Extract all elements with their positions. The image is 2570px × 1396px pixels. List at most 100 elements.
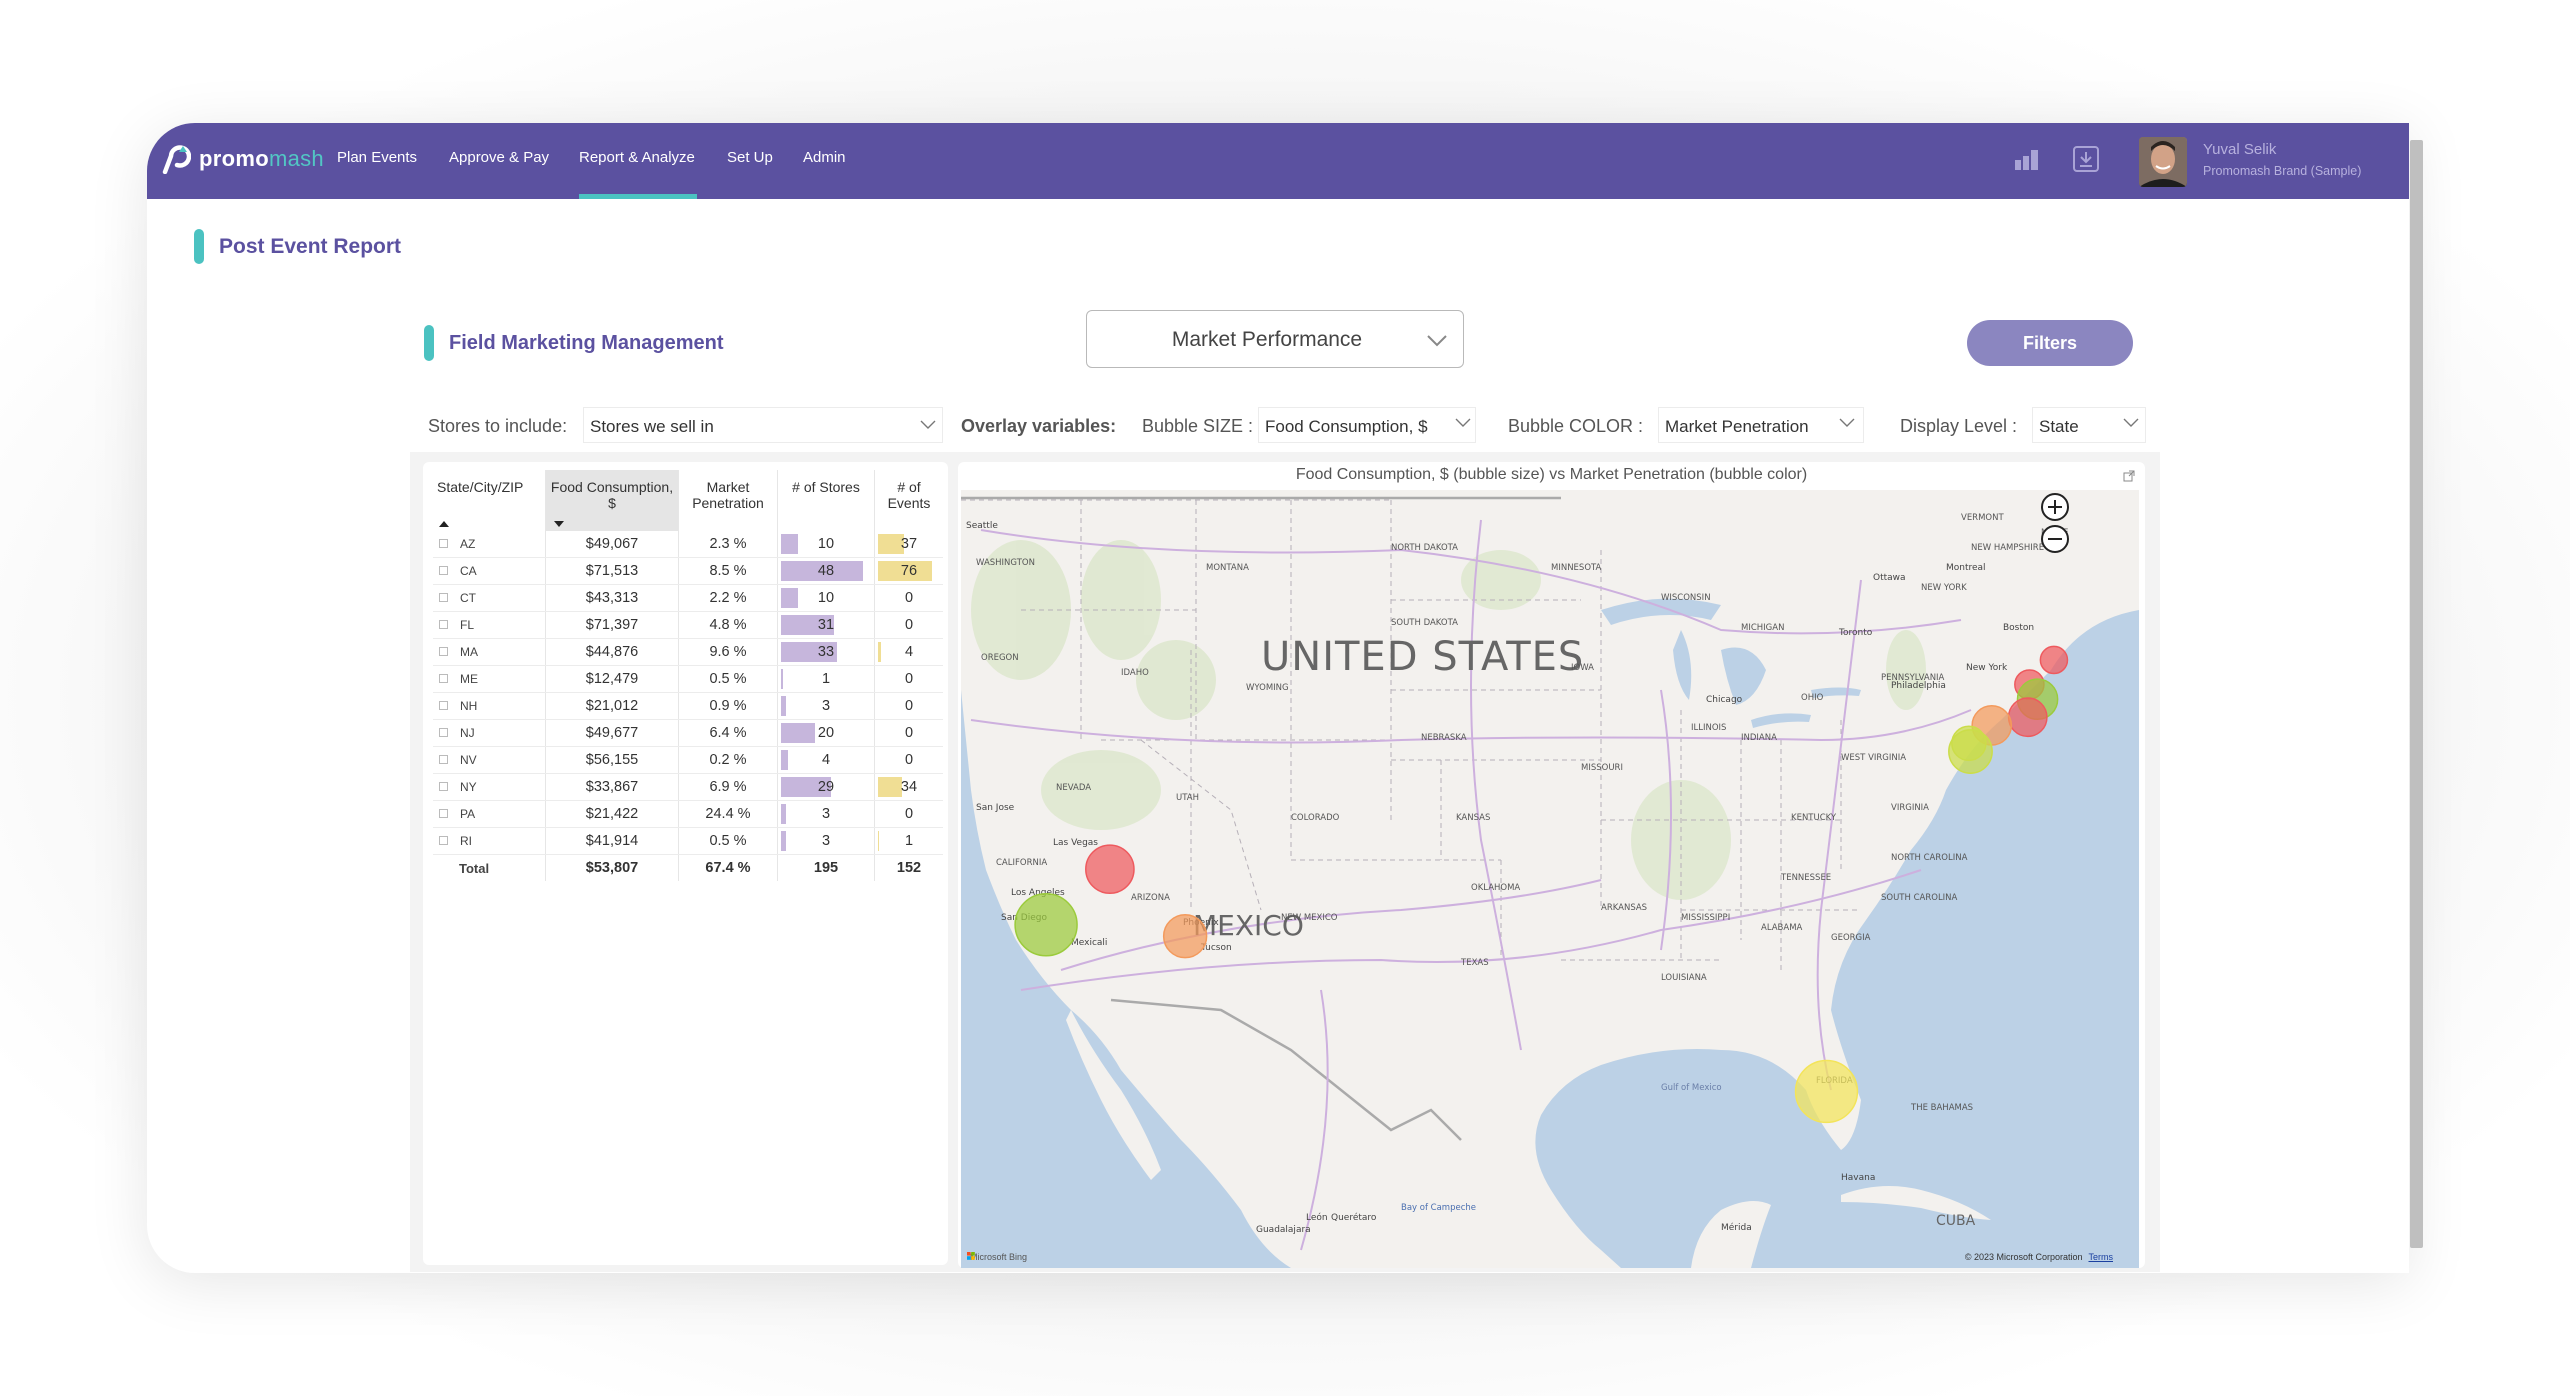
table-row[interactable]: MA $44,876 9.6 % 33 4 xyxy=(433,638,943,666)
display-level-dropdown[interactable]: State xyxy=(2032,407,2146,443)
market-penetration-cell: 9.6 % xyxy=(678,638,778,666)
stores-cell: 3 xyxy=(777,692,875,720)
bubble-me[interactable] xyxy=(2039,645,2069,675)
expand-row-icon[interactable] xyxy=(439,728,448,738)
stores-to-include-dropdown[interactable]: Stores we sell in xyxy=(583,407,943,443)
chevron-down-icon xyxy=(1427,335,1447,347)
zoom-in-button[interactable] xyxy=(2041,493,2069,521)
user-name[interactable]: Yuval Selik xyxy=(2203,141,2276,158)
market-penetration-cell: 24.4 % xyxy=(678,800,778,828)
market-penetration-cell: 0.5 % xyxy=(678,827,778,855)
expand-row-icon[interactable] xyxy=(439,674,448,684)
total-stores: 195 xyxy=(777,854,875,881)
copyright-text: © 2023 Microsoft Corporation xyxy=(1964,1252,2083,1262)
state-code: NY xyxy=(460,780,477,794)
column-header-market-penetration[interactable]: Market Penetration xyxy=(678,470,778,531)
bubble-nj[interactable] xyxy=(1948,729,1993,774)
column-header-stores[interactable]: # of Stores xyxy=(777,470,875,531)
stores-value: 10 xyxy=(817,590,835,606)
food-consumption-cell: $56,155 xyxy=(545,746,679,774)
nav-plan-events[interactable]: Plan Events xyxy=(337,149,417,166)
bubble-fl[interactable] xyxy=(1794,1059,1859,1124)
market-penetration-cell: 0.2 % xyxy=(678,746,778,774)
expand-row-icon[interactable] xyxy=(439,566,448,576)
table-row[interactable]: NH $21,012 0.9 % 3 0 xyxy=(433,692,943,720)
events-cell: 0 xyxy=(874,584,943,612)
column-header-label: # of Stores xyxy=(792,479,860,495)
stores-value: 33 xyxy=(817,644,835,660)
bubble-ri[interactable] xyxy=(2007,697,2048,738)
table-row[interactable]: ME $12,479 0.5 % 1 0 xyxy=(433,665,943,693)
table-row[interactable]: NY $33,867 6.9 % 29 34 xyxy=(433,773,943,801)
events-cell: 0 xyxy=(874,692,943,720)
bubble-size-dropdown[interactable]: Food Consumption, $ xyxy=(1258,407,1476,443)
expand-row-icon[interactable] xyxy=(439,593,448,603)
zoom-out-button[interactable] xyxy=(2041,525,2069,553)
page-scrollbar[interactable] xyxy=(2410,140,2423,1248)
table-row[interactable]: FL $71,397 4.8 % 31 0 xyxy=(433,611,943,639)
bubble-ca[interactable] xyxy=(1014,893,1078,957)
state-code: CT xyxy=(460,591,476,605)
events-data-bar xyxy=(878,642,881,662)
market-penetration-cell: 0.5 % xyxy=(678,665,778,693)
stores-data-bar xyxy=(781,723,816,743)
events-value: 4 xyxy=(904,644,914,660)
table-row[interactable]: NJ $49,677 6.4 % 20 0 xyxy=(433,719,943,747)
table-row[interactable]: PA $21,422 24.4 % 3 0 xyxy=(433,800,943,828)
state-code: NV xyxy=(460,753,477,767)
table-row[interactable]: CT $43,313 2.2 % 10 0 xyxy=(433,584,943,612)
terms-link[interactable]: Terms xyxy=(2089,1252,2114,1262)
state-cell: NH xyxy=(433,692,546,720)
expand-row-icon[interactable] xyxy=(439,782,448,792)
expand-row-icon[interactable] xyxy=(439,620,448,630)
expand-row-icon[interactable] xyxy=(439,701,448,711)
events-value: 0 xyxy=(904,590,914,606)
map-canvas[interactable]: UNITED STATES MEXICO CUBA WASHINGTON ORE… xyxy=(961,490,2139,1268)
column-header-events[interactable]: # of Events xyxy=(875,470,944,531)
events-value: 0 xyxy=(904,617,914,633)
stores-value: 3 xyxy=(821,698,831,714)
table-row[interactable]: CA $71,513 8.5 % 48 76 xyxy=(433,557,943,585)
bubble-az[interactable] xyxy=(1162,913,1208,959)
events-cell: 1 xyxy=(874,827,943,855)
table-row[interactable]: AZ $49,067 2.3 % 10 37 xyxy=(433,531,943,558)
download-icon[interactable] xyxy=(2072,145,2100,178)
table-row[interactable]: RI $41,914 0.5 % 3 1 xyxy=(433,827,943,855)
promomash-logo[interactable]: promomash xyxy=(161,139,324,179)
chevron-down-icon xyxy=(2123,418,2139,427)
column-header-label: Food Consumption, $ xyxy=(550,479,674,511)
nav-report-analyze[interactable]: Report & Analyze xyxy=(579,149,695,166)
state-cell: PA xyxy=(433,800,546,828)
report-type-dropdown[interactable]: Market Performance xyxy=(1086,310,1464,368)
state-code: CA xyxy=(460,564,477,578)
bar-chart-icon[interactable] xyxy=(2013,148,2041,177)
map-title: Food Consumption, $ (bubble size) vs Mar… xyxy=(1295,466,1808,483)
bubble-color-dropdown[interactable]: Market Penetration xyxy=(1658,407,1864,443)
events-value: 76 xyxy=(900,563,918,579)
nav-admin[interactable]: Admin xyxy=(803,149,846,166)
column-header-label: # of Events xyxy=(887,479,931,511)
events-value: 34 xyxy=(900,779,918,795)
stores-cell: 1 xyxy=(777,665,875,693)
nav-approve-pay[interactable]: Approve & Pay xyxy=(449,149,549,166)
bubble-color-value: Market Penetration xyxy=(1665,417,1809,436)
user-avatar[interactable] xyxy=(2139,137,2187,187)
expand-row-icon[interactable] xyxy=(439,836,448,846)
column-header-food-consumption[interactable]: Food Consumption, $ xyxy=(545,470,679,531)
stores-cell: 3 xyxy=(777,800,875,828)
expand-row-icon[interactable] xyxy=(439,539,448,549)
food-consumption-cell: $44,876 xyxy=(545,638,679,666)
food-consumption-cell: $41,914 xyxy=(545,827,679,855)
focus-mode-icon[interactable] xyxy=(2123,470,2135,482)
expand-row-icon[interactable] xyxy=(439,755,448,765)
stores-value: 31 xyxy=(817,617,835,633)
bubble-nv[interactable] xyxy=(1085,844,1135,895)
state-code: PA xyxy=(460,807,476,821)
expand-row-icon[interactable] xyxy=(439,809,448,819)
table-row[interactable]: NV $56,155 0.2 % 4 0 xyxy=(433,746,943,774)
nav-set-up[interactable]: Set Up xyxy=(727,149,773,166)
filters-button[interactable]: Filters xyxy=(1967,320,2133,366)
stores-value: 48 xyxy=(817,563,835,579)
expand-row-icon[interactable] xyxy=(439,647,448,657)
column-header-state[interactable]: State/City/ZIP xyxy=(433,470,546,531)
